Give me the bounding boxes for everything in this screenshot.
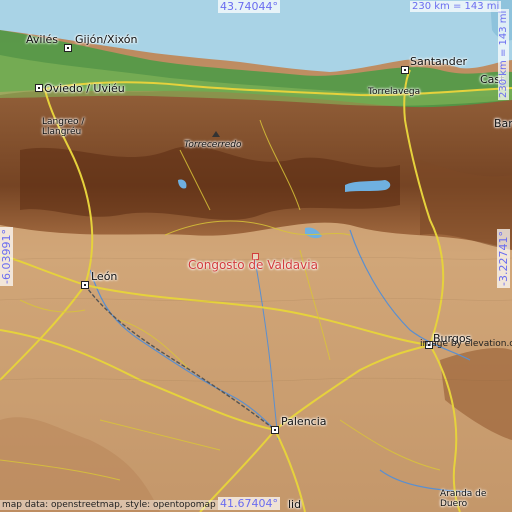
city-marker-gijon bbox=[64, 44, 72, 52]
map-view[interactable]: Avilés Gijón/Xixón Oviedo / Uviéu Santan… bbox=[0, 0, 512, 512]
place-label-valladolid[interactable]: lid bbox=[288, 498, 301, 511]
place-label-aranda[interactable]: Aranda de bbox=[440, 489, 486, 499]
city-marker-santander bbox=[401, 66, 409, 74]
place-label-llangreu[interactable]: Llangréu bbox=[42, 127, 81, 137]
city-marker-oviedo bbox=[35, 84, 43, 92]
coord-bottom: 41.67404° bbox=[218, 497, 280, 510]
place-label-bar[interactable]: Bar bbox=[494, 117, 512, 130]
place-label-gijon[interactable]: Gijón/Xixón bbox=[75, 33, 138, 46]
scale-right: 230 km = 143 mi bbox=[498, 8, 509, 100]
target-location-label[interactable]: Congosto de Valdavia bbox=[188, 258, 318, 272]
coord-left: -6.03991° bbox=[0, 227, 13, 286]
place-label-langreo[interactable]: Langreo / bbox=[42, 117, 84, 127]
peak-icon bbox=[212, 131, 220, 137]
coord-right: -3.22741° bbox=[497, 229, 510, 288]
coord-top: 43.74044° bbox=[218, 0, 280, 13]
place-label-aviles[interactable]: Avilés bbox=[26, 33, 58, 46]
place-label-leon[interactable]: León bbox=[91, 270, 117, 283]
place-label-torrelavega[interactable]: Torrelavega bbox=[368, 87, 420, 97]
place-label-duero[interactable]: Duero bbox=[440, 499, 467, 509]
place-label-oviedo[interactable]: Oviedo / Uviéu bbox=[44, 82, 125, 95]
scale-top: 230 km = 143 mi bbox=[410, 1, 502, 12]
place-label-santander[interactable]: Santander bbox=[410, 55, 467, 68]
place-label-torrecerredo[interactable]: Torrecerredo bbox=[184, 140, 241, 150]
image-credit: image by elevation.city bbox=[420, 339, 512, 349]
city-marker-leon bbox=[81, 281, 89, 289]
map-credit: map data: openstreetmap, style: opentopo… bbox=[0, 500, 218, 510]
city-marker-palencia bbox=[271, 426, 279, 434]
place-label-palencia[interactable]: Palencia bbox=[281, 415, 327, 428]
